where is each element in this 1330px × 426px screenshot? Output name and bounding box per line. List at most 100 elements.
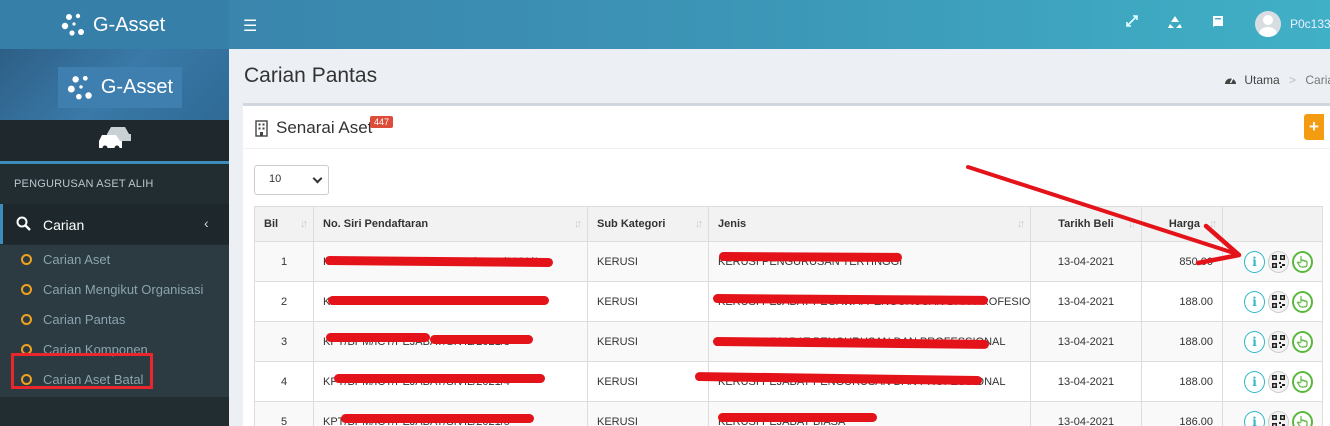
sidebar-item-label: Carian Pantas — [43, 312, 126, 327]
hand-pointer-icon — [1296, 295, 1308, 308]
cell-jenis: KERUSI PENGURUSAN TERTINGGI — [708, 241, 1031, 282]
qr-code-button[interactable] — [1267, 330, 1289, 353]
cell-sub-kategori: KERUSI — [587, 321, 709, 362]
select-button[interactable] — [1291, 290, 1313, 313]
cell-actions: i — [1222, 401, 1323, 426]
cell-harga: 188.00 — [1141, 321, 1223, 362]
cell-bil: 3 — [254, 321, 314, 362]
cell-sub-kategori: KERUSI — [587, 241, 709, 282]
cell-sub-kategori: KERUSI — [587, 401, 709, 426]
cell-bil: 5 — [254, 401, 314, 426]
breadcrumb: Utama > Carian — [1224, 73, 1330, 87]
select-button[interactable] — [1291, 330, 1313, 353]
qr-code-button[interactable] — [1267, 250, 1289, 273]
page-size-select[interactable]: 10 — [254, 165, 329, 195]
info-button[interactable]: i — [1244, 370, 1265, 393]
asset-list-box: Senarai Aset 447 + 10 Bil ↓↑ No. Siri Pen… — [243, 103, 1330, 426]
sort-icon: ↓↑ — [574, 218, 582, 230]
column-header-jenis[interactable]: Jenis ↓↑ — [708, 206, 1031, 242]
info-button[interactable]: i — [1244, 290, 1265, 313]
select-button[interactable] — [1291, 410, 1313, 426]
info-icon: i — [1252, 294, 1257, 309]
user-avatar[interactable] — [1255, 11, 1281, 37]
sidebar-banner: G-Asset — [0, 49, 229, 120]
cell-jenis: KERUSI PEJABAT PEGAWAI PENGURUSAN DAN PR… — [708, 281, 1031, 322]
qr-code-icon — [1271, 335, 1285, 348]
circle-icon — [21, 374, 32, 385]
chevron-left-icon[interactable]: ‹ — [204, 215, 209, 231]
count-badge: 447 — [370, 116, 394, 128]
table-header-row: Bil ↓↑ No. Siri Pendaftaran ↓↑ Sub Kategor… — [254, 206, 1323, 242]
cell-no-siri: KPT/BPM/ICT/PEJABAT/SIVIL/2021/5 — [313, 401, 588, 426]
cell-actions: i — [1222, 241, 1323, 282]
hand-pointer-icon — [1296, 375, 1308, 388]
sidebar-item-carian-aset-batal[interactable]: Carian Aset Batal — [0, 365, 229, 395]
qr-code-button[interactable] — [1267, 410, 1289, 426]
page-size-value: 10 — [269, 173, 282, 185]
column-header-bil[interactable]: Bil ↓↑ — [254, 206, 314, 242]
cars-icon — [99, 127, 131, 150]
qr-code-button[interactable] — [1267, 370, 1289, 393]
cell-actions: i — [1222, 281, 1323, 322]
molecule-logo-icon — [61, 13, 84, 36]
cell-no-siri: KPT/BPM/ICT/PEJABAT/SIVIL/2021/3 — [313, 321, 588, 362]
menu-toggle-icon[interactable]: ☰ — [243, 16, 257, 36]
hand-pointer-icon — [1296, 415, 1308, 426]
search-icon — [16, 216, 31, 231]
info-button[interactable]: i — [1244, 330, 1265, 353]
top-navbar: ☰ P0c1337 — [229, 0, 1330, 49]
cell-harga: 186.00 — [1141, 401, 1223, 426]
sidebar-item-carian[interactable]: Carian ‹ — [0, 204, 229, 244]
qr-code-icon — [1271, 295, 1285, 308]
table-row: 1 KPT/BPM/ICT/PENGURUSAN/SIVIL/2021/1 KERU… — [254, 241, 1323, 282]
column-header-harga[interactable]: Harga ↓↑ — [1141, 206, 1223, 242]
qr-code-button[interactable] — [1267, 290, 1289, 313]
box-title: Senarai Aset — [255, 118, 372, 138]
sort-icon: ↓↑ — [1128, 218, 1136, 230]
circle-icon — [21, 254, 32, 265]
sort-icon: ↓↑ — [1209, 218, 1217, 230]
dashboard-icon — [1225, 77, 1236, 84]
sidebar: G-Asset PENGURUSAN ASET ALIH Carian ‹ Ca… — [0, 49, 229, 426]
recycle-icon[interactable] — [1167, 14, 1183, 34]
molecule-logo-icon — [67, 75, 92, 99]
column-header-no-siri[interactable]: No. Siri Pendaftaran ↓↑ — [313, 206, 588, 242]
column-header-sub-kategori[interactable]: Sub Kategori ↓↑ — [587, 206, 709, 242]
add-asset-button[interactable]: + — [1304, 114, 1324, 140]
sidebar-item-carian-pantas[interactable]: Carian Pantas — [0, 305, 229, 335]
cell-tarikh-beli: 13-04-2021 — [1030, 241, 1142, 282]
building-icon — [255, 119, 268, 137]
divider — [243, 148, 1330, 149]
cell-actions: i — [1222, 321, 1323, 362]
table-body: 1 KPT/BPM/ICT/PENGURUSAN/SIVIL/2021/1 KERU… — [254, 241, 1323, 426]
info-icon: i — [1252, 374, 1257, 389]
cell-harga: 188.00 — [1141, 281, 1223, 322]
info-button[interactable]: i — [1244, 250, 1265, 273]
book-icon[interactable] — [1210, 14, 1226, 34]
app-header: G-Asset ☰ P0c1337 — [0, 0, 1330, 49]
app-name: G-Asset — [93, 13, 166, 36]
sidebar-item-carian-mengikut-organisasi[interactable]: Carian Mengikut Organisasi — [0, 275, 229, 305]
circle-icon — [21, 284, 32, 295]
info-icon: i — [1252, 414, 1257, 426]
sidebar-item-label: Carian Komponen — [43, 342, 148, 357]
user-name[interactable]: P0c1337 — [1290, 17, 1330, 31]
select-button[interactable] — [1291, 250, 1313, 273]
column-header-tarikh-beli[interactable]: Tarikh Beli ↓↑ — [1030, 206, 1142, 242]
table-row: 2 KPT/BPM/ICT/PEJABAT/SIVIL/2021/2 KERUSI K… — [254, 281, 1323, 322]
hand-pointer-icon — [1296, 335, 1308, 348]
sidebar-item-carian-komponen[interactable]: Carian Komponen — [0, 335, 229, 365]
info-button[interactable]: i — [1244, 410, 1265, 426]
brand-logo[interactable]: G-Asset — [0, 0, 229, 49]
breadcrumb-current: Carian — [1305, 73, 1330, 87]
select-button[interactable] — [1291, 370, 1313, 393]
expand-icon[interactable] — [1125, 14, 1139, 32]
circle-icon — [21, 344, 32, 355]
cell-bil: 2 — [254, 281, 314, 322]
cell-no-siri: KPT/BPM/ICT/PENGURUSAN/SIVIL/2021/1 — [313, 241, 588, 282]
sidebar-section-header: PENGURUSAN ASET ALIH — [14, 178, 154, 190]
sidebar-item-carian-aset[interactable]: Carian Aset — [0, 245, 229, 275]
chevron-down-icon — [312, 173, 323, 184]
breadcrumb-home[interactable]: Utama — [1244, 73, 1279, 87]
sidebar-submenu: Carian Aset Carian Mengikut Organisasi C… — [0, 245, 229, 397]
